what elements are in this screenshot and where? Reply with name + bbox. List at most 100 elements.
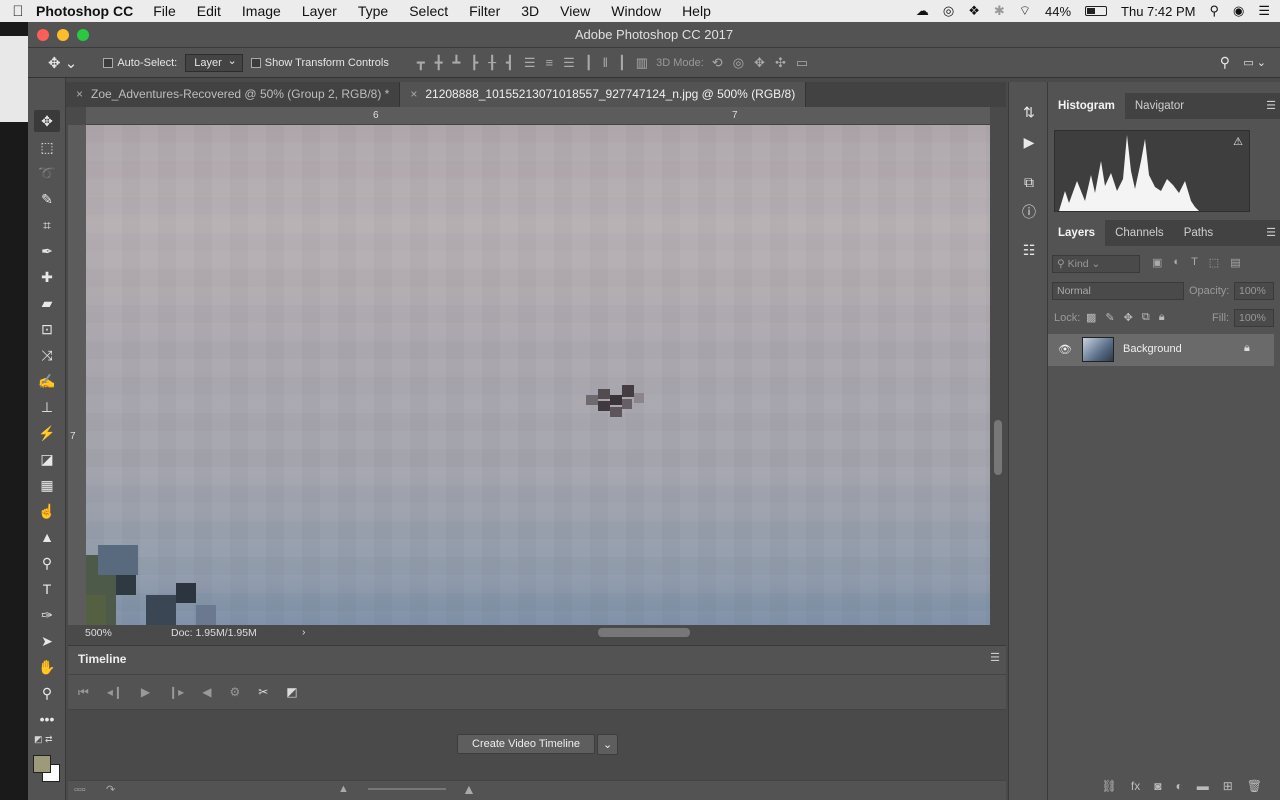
menu-help[interactable]: Help [682,3,711,19]
visibility-eye-icon[interactable]: 👁︎ [1058,343,1072,356]
quick-select-tool-icon[interactable]: ✎ [34,188,60,210]
battery-percent[interactable]: 44% [1045,4,1071,19]
creative-cloud-icon[interactable]: ☁ [916,3,929,19]
eyedropper-tool-icon[interactable]: ✒ [34,240,60,262]
menu-layer[interactable]: Layer [302,3,337,19]
new-adjustment-icon[interactable]: ◐ [1175,779,1182,793]
image-canvas[interactable] [86,125,990,625]
zoom-out-mountain-icon[interactable]: ▲ [338,783,349,795]
smudge-tool-icon[interactable]: ☝ [34,500,60,522]
close-tab-icon[interactable]: × [76,87,83,101]
hand-tool-icon[interactable]: ✋ [34,656,60,678]
layer-name[interactable]: Background [1123,343,1182,355]
auto-align-icon[interactable]: ▥ [636,55,648,71]
wifi-icon[interactable]: ⌔ [1019,3,1031,19]
tab-paths[interactable]: Paths [1174,220,1223,246]
show-transform-checkbox[interactable]: Show Transform Controls [250,57,389,69]
settings-gear-icon[interactable]: ⚙ [229,685,240,699]
3d-panel-icon[interactable]: ⧉ [1019,174,1039,194]
frame-icons[interactable]: ▫▫▫ [74,784,86,796]
tab-active-jpg[interactable]: × 21208888_10155213071018557_927747124_n.… [400,82,807,107]
menu-file[interactable]: File [153,3,176,19]
zoom-in-mountain-icon[interactable]: ▲ [462,781,476,797]
menu-window[interactable]: Window [611,3,661,19]
3d-pan-icon[interactable]: ✥ [754,55,765,71]
fx-icon[interactable]: fx [1131,779,1140,793]
align-hcenter-icon[interactable]: ╂ [488,55,496,71]
vertical-scroll-thumb[interactable] [994,420,1002,475]
opacity-input[interactable]: 100% [1234,282,1274,300]
content-aware-tool-icon[interactable]: ⊡ [34,318,60,340]
align-bottom-icon[interactable]: ┻ [453,55,461,71]
actions-play-icon[interactable]: ▶ [1019,134,1039,154]
layer-row-background[interactable]: 👁︎ Background 🔒︎ [1048,334,1274,366]
new-group-folder-icon[interactable]: ▬ [1197,779,1209,793]
properties-icon[interactable]: ☷ [1019,242,1039,262]
clone-stamp-tool-icon[interactable]: ⊥ [34,396,60,418]
first-frame-icon[interactable]: ⏮ [78,685,89,700]
history-icon[interactable]: ⇅ [1019,104,1039,124]
auto-select-dropdown[interactable]: Layer [185,53,243,72]
timeline-type-dropdown[interactable]: ⌄ [597,734,619,755]
layer-thumbnail[interactable] [1082,337,1114,362]
auto-select-checkbox[interactable]: Auto-Select: [103,57,177,69]
move-tool-icon[interactable]: ✥ [34,110,60,132]
minimize-window-button[interactable] [57,29,69,41]
history-brush-tool-icon[interactable]: ⚡ [34,422,60,444]
render-arrow-icon[interactable]: ↷ [106,783,115,796]
spotlight-icon[interactable]: ⚲ [1209,3,1219,19]
move-tool-icon[interactable]: ✥ ⌄ [48,54,77,72]
workspace-icon[interactable]: ▭ ⌄ [1243,56,1266,69]
tab-channels[interactable]: Channels [1105,220,1174,246]
gradient-tool-icon[interactable]: ▦ [34,474,60,496]
tab-histogram[interactable]: Histogram [1048,93,1125,119]
search-icon[interactable]: ⚲ [1220,54,1230,71]
3d-orbit-icon[interactable]: ⟲ [712,55,723,71]
align-top-icon[interactable]: ┳ [417,55,425,71]
bandaid-tool-icon[interactable]: ▰ [34,292,60,314]
menu-view[interactable]: View [560,3,590,19]
new-layer-icon[interactable]: ⊞ [1223,779,1233,793]
split-scissors-icon[interactable]: ✂ [258,685,268,699]
distribute-top-icon[interactable]: ☰ [524,55,536,71]
lock-transparent-icon[interactable]: ▩ [1086,311,1096,324]
3d-scale-icon[interactable]: ▭ [796,55,808,71]
distribute-right-icon[interactable]: ┃ [618,55,626,71]
apple-icon[interactable]:  [0,3,36,20]
more-tools-icon[interactable]: ••• [34,708,60,730]
zoom-slider[interactable] [368,788,446,790]
close-tab-icon[interactable]: × [410,87,417,101]
filter-pixel-icon[interactable]: ▣ [1152,256,1162,269]
menu-image[interactable]: Image [242,3,281,19]
ruler-vertical[interactable]: 7 [68,125,86,625]
layer-kind-filter[interactable]: ⚲ Kind ⌄ [1052,255,1140,273]
menu-edit[interactable]: Edit [197,3,221,19]
blend-mode-dropdown[interactable]: Normal [1052,282,1184,300]
filter-smart-object-icon[interactable]: ▤ [1230,256,1240,269]
filter-type-icon[interactable]: T [1191,256,1198,269]
menu-select[interactable]: Select [409,3,448,19]
pen-tool-icon[interactable]: ✑ [34,604,60,626]
marquee-tool-icon[interactable]: ⬚ [34,136,60,158]
zoom-tool-icon[interactable]: ⚲ [34,682,60,704]
lock-artboard-icon[interactable]: ⧉ [1142,311,1150,324]
siri-icon[interactable]: ◉ [1233,3,1244,19]
filter-adjustment-icon[interactable]: ◐ [1173,256,1180,269]
dropbox-icon[interactable]: ❖ [968,3,980,19]
brush-tool-icon[interactable]: ✍ [34,370,60,392]
type-tool-icon[interactable]: T [34,578,60,600]
lasso-tool-icon[interactable]: ➰ [34,162,60,184]
lock-pixels-icon[interactable]: ✎ [1105,311,1114,324]
close-window-button[interactable] [37,29,49,41]
align-right-icon[interactable]: ┫ [506,55,514,71]
menu-type[interactable]: Type [358,3,388,19]
status-menu-arrow-icon[interactable]: › [302,626,306,638]
eraser-tool-icon[interactable]: ◪ [34,448,60,470]
next-frame-icon[interactable]: ❙▸ [168,685,184,699]
lock-all-icon[interactable]: 🔒︎ [1159,311,1165,324]
horizontal-scroll-thumb[interactable] [598,628,690,637]
filter-shape-icon[interactable]: ⬚ [1209,256,1219,269]
audio-icon[interactable]: ◀ [202,685,211,699]
tab-zoe-adventures[interactable]: × Zoe_Adventures-Recovered @ 50% (Group 2… [66,82,401,107]
menu-filter[interactable]: Filter [469,3,500,19]
